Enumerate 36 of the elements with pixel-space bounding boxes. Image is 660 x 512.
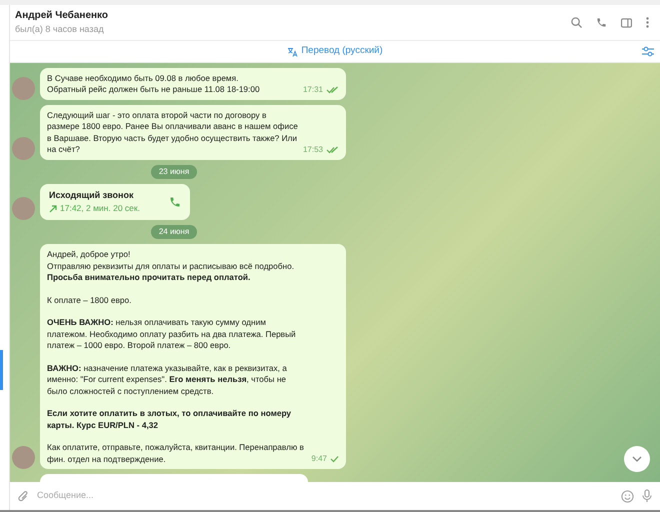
translate-icon <box>287 46 298 56</box>
phone-icon[interactable] <box>169 196 181 208</box>
message-text: Следующий шаг - это оплата второй части по договору в размере 1800 евро. Ранее Вы оплачивали аванс в нашем офисе в Варшаве. Вторую часть будет удобно осуществить также? Или на счёт? <box>47 110 299 156</box>
message-input[interactable]: Сообщение... <box>37 489 613 503</box>
paperclip-icon[interactable] <box>18 490 29 502</box>
call-details: 17:42, 2 мин. 20 сек. <box>60 202 140 215</box>
scroll-down-button[interactable] <box>624 446 650 472</box>
last-seen-status: был(а) 8 часов назад <box>15 23 105 36</box>
message-text: Если хотите оплатить в злотых, то оплачивайте по номеру карты. Курс EUR/PLN - 4,32 <box>47 408 292 431</box>
message-text: В Сучаве необходимо быть 09.08 в любое время. Обратный рейс должен быть не раньше 11.08 18-19:00 <box>47 72 261 96</box>
sidebar-highlight <box>0 350 3 390</box>
outgoing-arrow-icon <box>49 204 57 213</box>
message-time: 17:31 <box>302 84 323 96</box>
translate-button[interactable]: Перевод (русский) <box>287 44 383 59</box>
message-time: 9:47 <box>311 453 327 465</box>
chat-title: Андрей Чебаненко <box>15 9 110 24</box>
message-text: ОЧЕНЬ ВАЖНО: нельзя оплачивать такую сумму одним платежом. Необходимо оплату разбить на два платежа. Первый платеж – 1000 евро. Второй платеж – 800 евро. <box>47 317 297 352</box>
filter-settings-icon[interactable] <box>642 46 654 57</box>
message-text: Андрей, доброе утро! Отправляю реквизиты для оплаты и расписываю всё подробно. Просьба внимательно прочитать перед оплатой. <box>47 249 296 284</box>
call-title: Исходящий звонок <box>49 188 134 202</box>
avatar[interactable] <box>12 446 35 469</box>
avatar[interactable] <box>12 197 35 220</box>
search-icon[interactable] <box>571 17 582 28</box>
more-icon[interactable] <box>646 17 649 28</box>
phone-icon[interactable] <box>596 17 607 28</box>
date-badge: 24 июня <box>150 225 198 239</box>
chevron-down-icon <box>632 456 642 462</box>
date-badge: 23 июня <box>150 164 198 179</box>
message-text: Как оплатите, отправьте, пожалуйста, квитанции. Перенаправлю в фин. отдел на подтверждение. <box>47 442 305 465</box>
microphone-icon[interactable] <box>642 489 652 503</box>
smiley-icon[interactable] <box>621 490 634 502</box>
message-time: 17:53 <box>302 144 323 156</box>
message-text: К оплате – 1800 евро. <box>47 294 132 306</box>
sidebar-toggle-icon[interactable] <box>621 18 632 28</box>
message-text: ВАЖНО: назначение платежа указывайте, как в реквизитах, а именно: "For current expenses". Его менять нельзя, чтобы не было сложностей с поступлением средств. <box>47 362 288 397</box>
message-composer[interactable]: Сообщение... <box>10 482 660 510</box>
